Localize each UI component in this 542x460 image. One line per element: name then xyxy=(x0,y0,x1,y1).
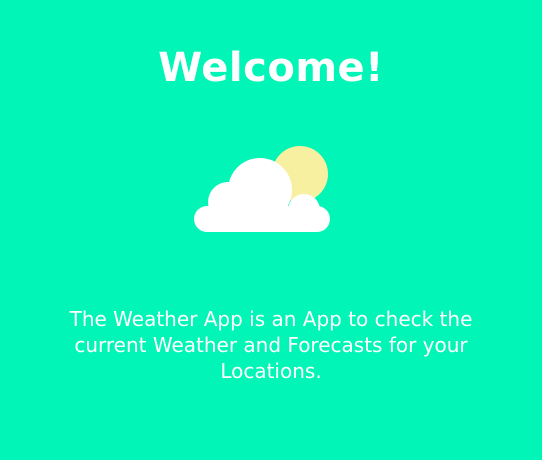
welcome-title: Welcome! xyxy=(158,45,384,91)
cloud-sun-icon xyxy=(186,138,346,248)
app-description: The Weather App is an App to check the c… xyxy=(69,307,473,383)
welcome-screen: Welcome! The Weather App is an App to ch… xyxy=(0,0,542,460)
